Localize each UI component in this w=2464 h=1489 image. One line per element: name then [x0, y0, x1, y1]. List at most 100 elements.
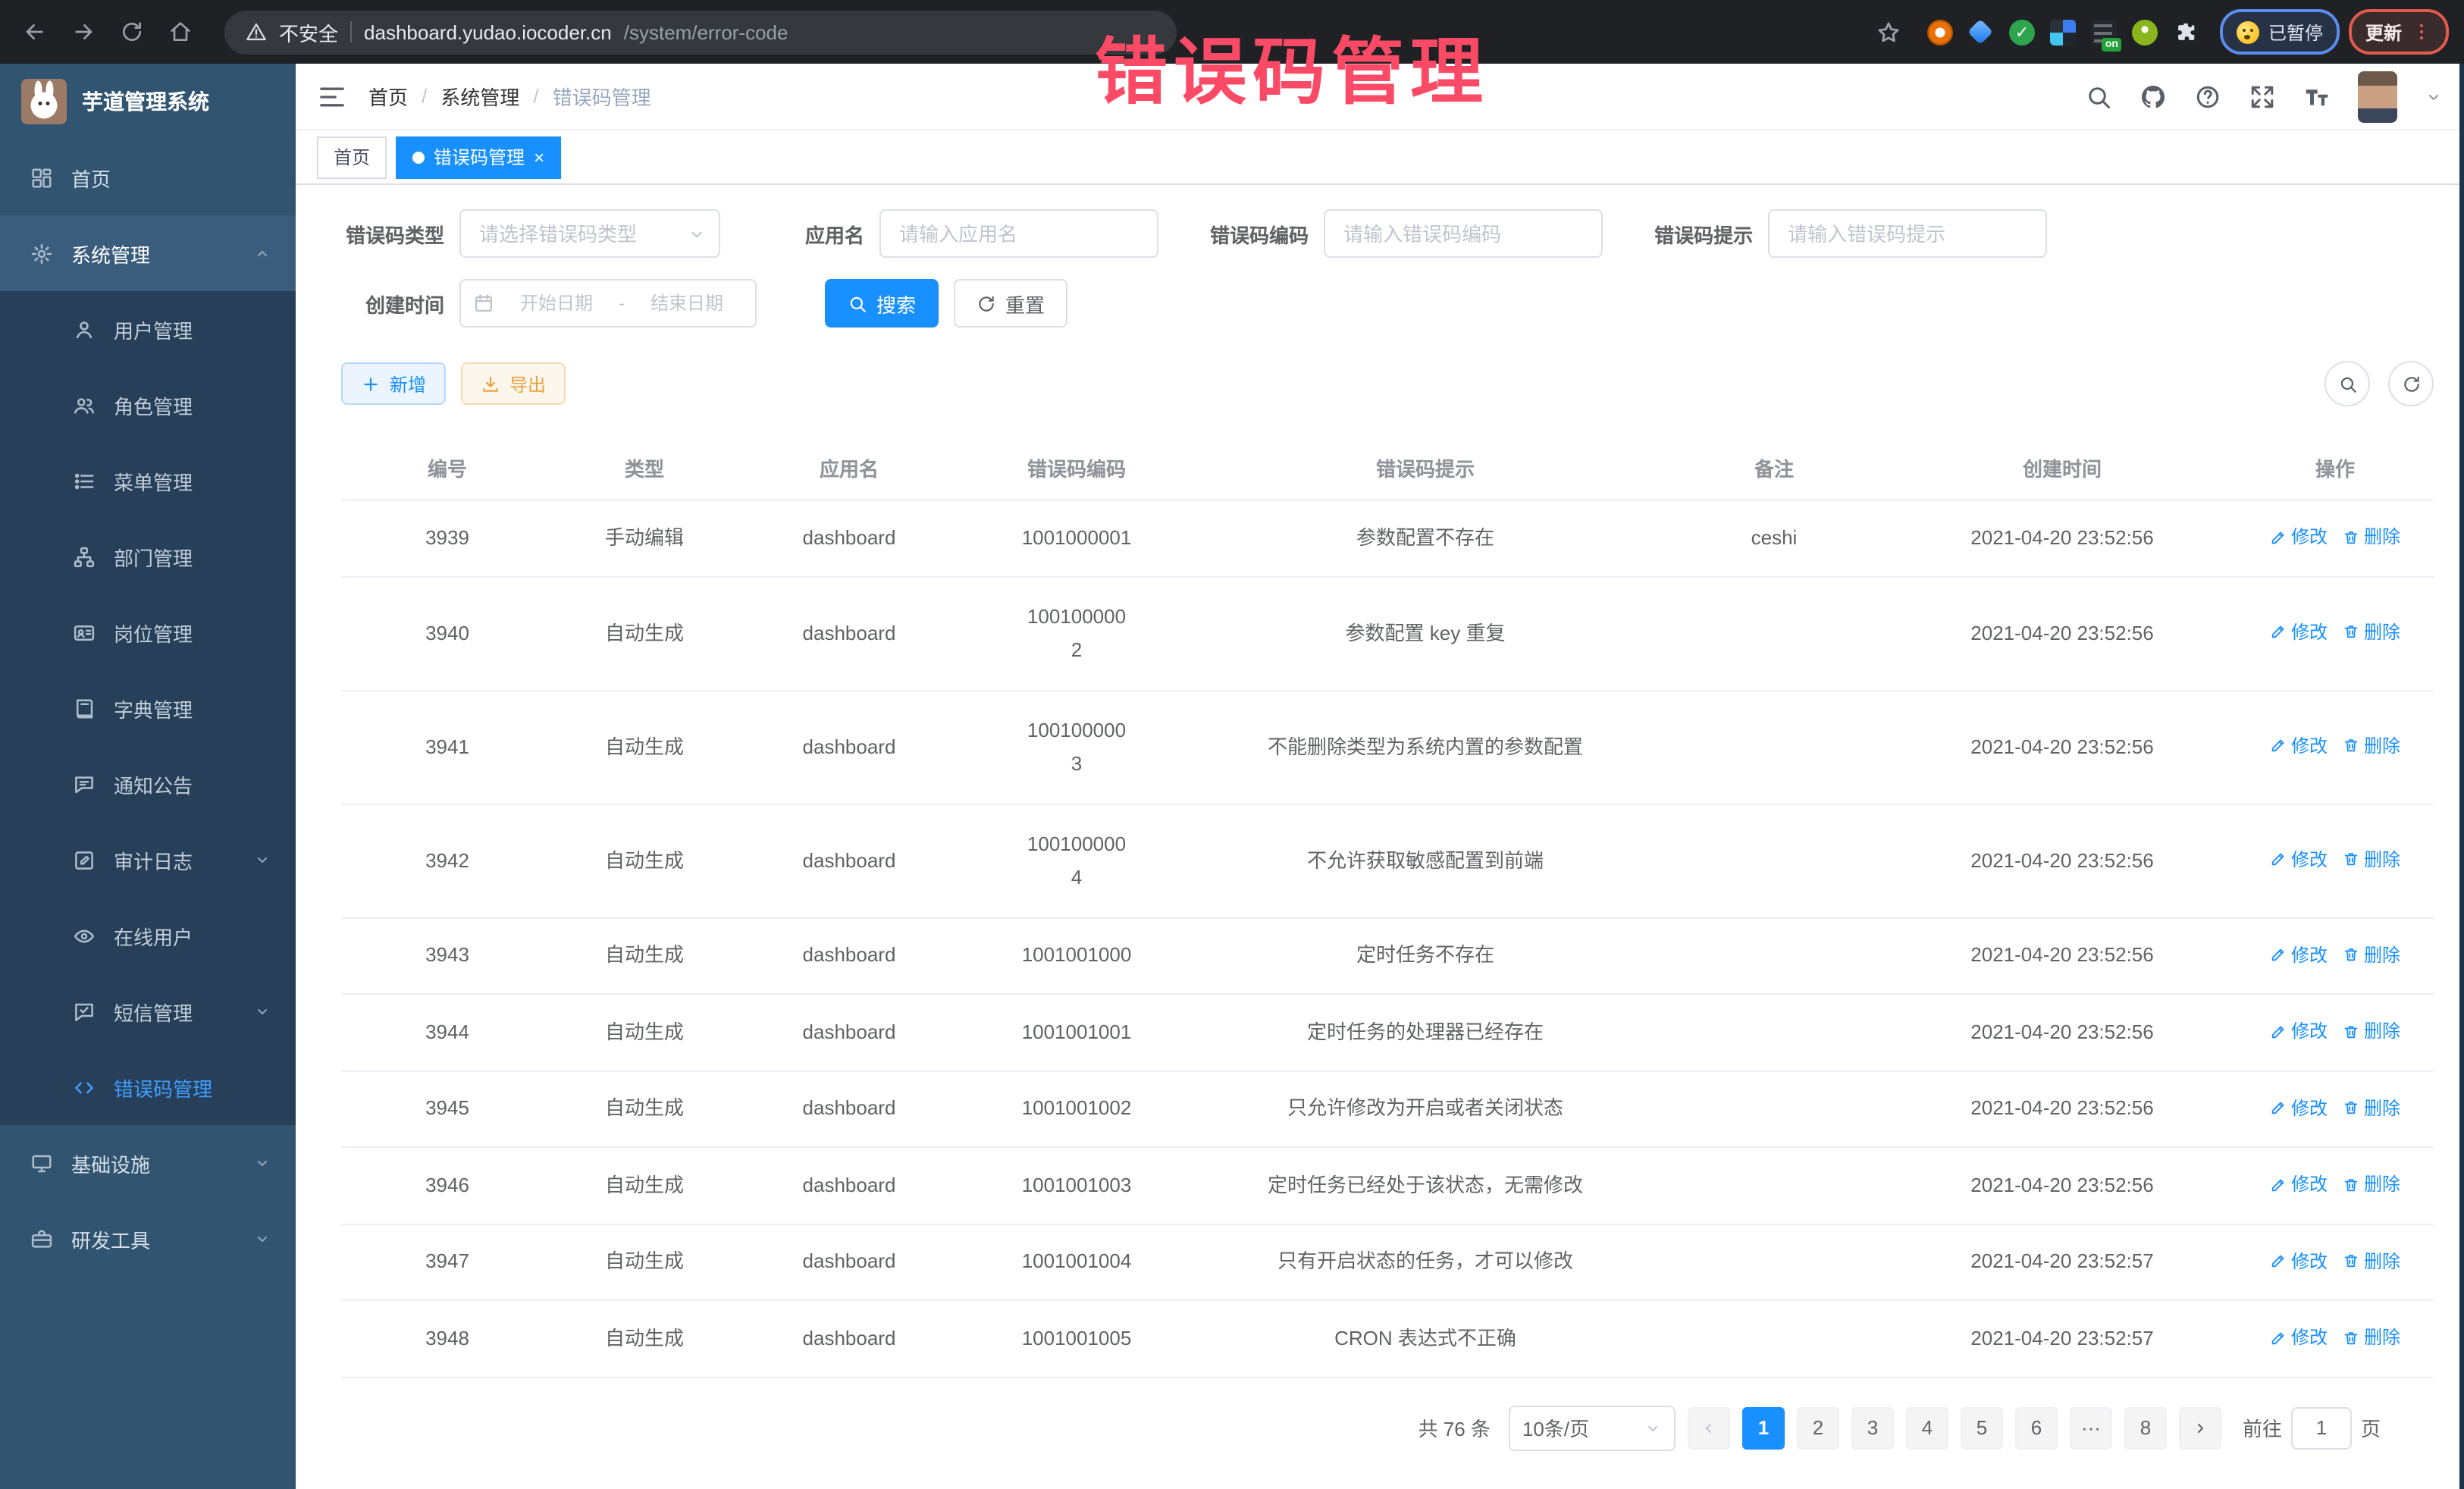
page-button-1[interactable]: 1 — [1742, 1406, 1785, 1449]
next-page-button[interactable] — [2179, 1406, 2221, 1449]
page-button-6[interactable]: 6 — [2015, 1406, 2058, 1449]
edit-link[interactable]: 修改 — [2270, 941, 2328, 968]
cell-app: dashboard — [735, 576, 963, 690]
sidebar-item-role-management[interactable]: 角色管理 — [0, 367, 296, 443]
breadcrumb-item[interactable]: 系统管理 — [440, 82, 519, 111]
error-type-select-input[interactable] — [461, 222, 687, 245]
delete-link[interactable]: 删除 — [2343, 1247, 2400, 1274]
prev-page-button[interactable] — [1688, 1406, 1730, 1449]
chevron-down-icon[interactable] — [2425, 87, 2443, 105]
sidebar-item-home[interactable]: 首页 — [0, 139, 296, 215]
address-bar[interactable]: 不安全 dashboard.yudao.iocoder.cn/system/er… — [224, 10, 1177, 54]
more-menu-icon[interactable] — [2411, 21, 2432, 42]
delete-link[interactable]: 删除 — [2343, 619, 2400, 646]
delete-link[interactable]: 删除 — [2343, 846, 2400, 873]
error-code-table: 编号类型应用名错误码编码错误码提示备注创建时间操作 3939手动编辑dashbo… — [341, 437, 2434, 1378]
sidebar-item-label: 在线用户 — [114, 921, 271, 950]
refresh-table-button[interactable] — [2388, 361, 2434, 406]
delete-link[interactable]: 删除 — [2343, 1094, 2400, 1121]
home-button[interactable] — [161, 12, 200, 52]
export-button[interactable]: 导出 — [461, 362, 566, 405]
app-logo[interactable]: 芋道管理系统 — [0, 64, 296, 139]
extension-grid-icon[interactable] — [2050, 19, 2076, 45]
star-icon — [1876, 19, 1902, 45]
divider — [350, 21, 352, 42]
error-code-input[interactable] — [1325, 222, 1601, 245]
extension-blue-gem-icon[interactable] — [1968, 19, 1994, 45]
collapse-sidebar-button[interactable] — [317, 81, 347, 111]
tab-error-code[interactable]: 错误码管理× — [396, 136, 561, 178]
search-icon[interactable] — [2085, 83, 2112, 110]
extension-orange-circle-icon[interactable] — [1927, 19, 1953, 45]
sidebar-item-user-management[interactable]: 用户管理 — [0, 291, 296, 367]
page-button-4[interactable]: 4 — [1906, 1406, 1948, 1449]
delete-link[interactable]: 删除 — [2343, 1017, 2400, 1045]
browser-update-button[interactable]: 更新 — [2349, 9, 2449, 55]
edit-link[interactable]: 修改 — [2270, 1017, 2328, 1045]
user-avatar[interactable] — [2358, 71, 2397, 122]
help-icon[interactable] — [2194, 83, 2221, 110]
sidebar-item-menu-management[interactable]: 菜单管理 — [0, 443, 296, 519]
edit-link[interactable]: 修改 — [2270, 1171, 2328, 1198]
edit-link[interactable]: 修改 — [2270, 523, 2328, 550]
cell-code: 1001001005 — [963, 1300, 1190, 1377]
delete-link[interactable]: 删除 — [2343, 732, 2400, 760]
page-ellipsis[interactable]: ··· — [2070, 1406, 2112, 1449]
url-host: dashboard.yudao.iocoder.cn — [364, 20, 612, 43]
create-time-range[interactable]: - — [459, 279, 757, 328]
sidebar-item-online-user[interactable]: 在线用户 — [0, 898, 296, 973]
reload-button[interactable] — [112, 12, 152, 52]
sidebar-item-error-code-management[interactable]: 错误码管理 — [0, 1049, 296, 1125]
paused-extension-badge[interactable]: 已暂停 — [2220, 9, 2340, 55]
delete-link[interactable]: 删除 — [2343, 941, 2400, 968]
extension-switch-icon[interactable]: on — [2091, 19, 2117, 45]
page-button-8[interactable]: 8 — [2124, 1406, 2167, 1449]
edit-link[interactable]: 修改 — [2270, 732, 2328, 760]
add-button[interactable]: 新增 — [341, 362, 446, 405]
sidebar-item-post-management[interactable]: 岗位管理 — [0, 594, 296, 670]
close-icon[interactable]: × — [534, 148, 544, 166]
goto-page-input[interactable] — [2291, 1406, 2352, 1449]
page-button-5[interactable]: 5 — [1961, 1406, 2003, 1449]
page-size-select[interactable]: 10条/页 — [1509, 1405, 1676, 1450]
fullscreen-icon[interactable] — [2249, 83, 2276, 110]
github-icon[interactable] — [2140, 83, 2167, 110]
sidebar-item-dict-management[interactable]: 字典管理 — [0, 670, 296, 746]
edit-link[interactable]: 修改 — [2270, 1247, 2328, 1274]
extensions-puzzle-icon[interactable] — [2173, 19, 2199, 45]
error-hint-input[interactable] — [1770, 222, 2045, 245]
sidebar-item-sms-management[interactable]: 短信管理 — [0, 973, 296, 1049]
sidebar-item-notice-announcement[interactable]: 通知公告 — [0, 746, 296, 822]
back-button[interactable] — [15, 12, 55, 52]
sidebar-item-audit-log[interactable]: 审计日志 — [0, 822, 296, 898]
delete-link[interactable]: 删除 — [2343, 523, 2400, 550]
delete-link[interactable]: 删除 — [2343, 1324, 2400, 1351]
end-date-input[interactable] — [631, 293, 743, 314]
delete-link[interactable]: 删除 — [2343, 1171, 2400, 1198]
tab-home[interactable]: 首页 — [317, 136, 387, 178]
page-button-3[interactable]: 3 — [1851, 1406, 1894, 1449]
cell-type: 自动生成 — [553, 1147, 735, 1224]
page-button-2[interactable]: 2 — [1797, 1406, 1839, 1449]
edit-link[interactable]: 修改 — [2270, 1324, 2328, 1351]
error-type-select[interactable] — [459, 209, 720, 258]
app-name-input[interactable] — [881, 222, 1157, 245]
search-button[interactable]: 搜索 — [825, 279, 939, 328]
reset-button[interactable]: 重置 — [954, 279, 1067, 328]
toggle-search-button[interactable] — [2324, 361, 2370, 406]
extension-key-icon[interactable] — [2132, 19, 2158, 45]
sidebar-item-dev-tools[interactable]: 研发工具 — [0, 1201, 296, 1277]
sidebar-item-infrastructure[interactable]: 基础设施 — [0, 1125, 296, 1201]
font-size-icon[interactable] — [2303, 83, 2331, 110]
edit-link[interactable]: 修改 — [2270, 1094, 2328, 1121]
extension-green-check-icon[interactable] — [2009, 19, 2035, 45]
delete-icon — [2343, 1252, 2359, 1269]
forward-button[interactable] — [64, 12, 103, 52]
start-date-input[interactable] — [500, 293, 613, 314]
edit-link[interactable]: 修改 — [2270, 619, 2328, 646]
sidebar-item-system-management[interactable]: 系统管理 — [0, 215, 296, 291]
bookmark-star-button[interactable] — [1873, 15, 1906, 49]
sidebar-item-dept-management[interactable]: 部门管理 — [0, 519, 296, 594]
edit-link[interactable]: 修改 — [2270, 846, 2328, 873]
breadcrumb-item[interactable]: 首页 — [368, 82, 408, 111]
